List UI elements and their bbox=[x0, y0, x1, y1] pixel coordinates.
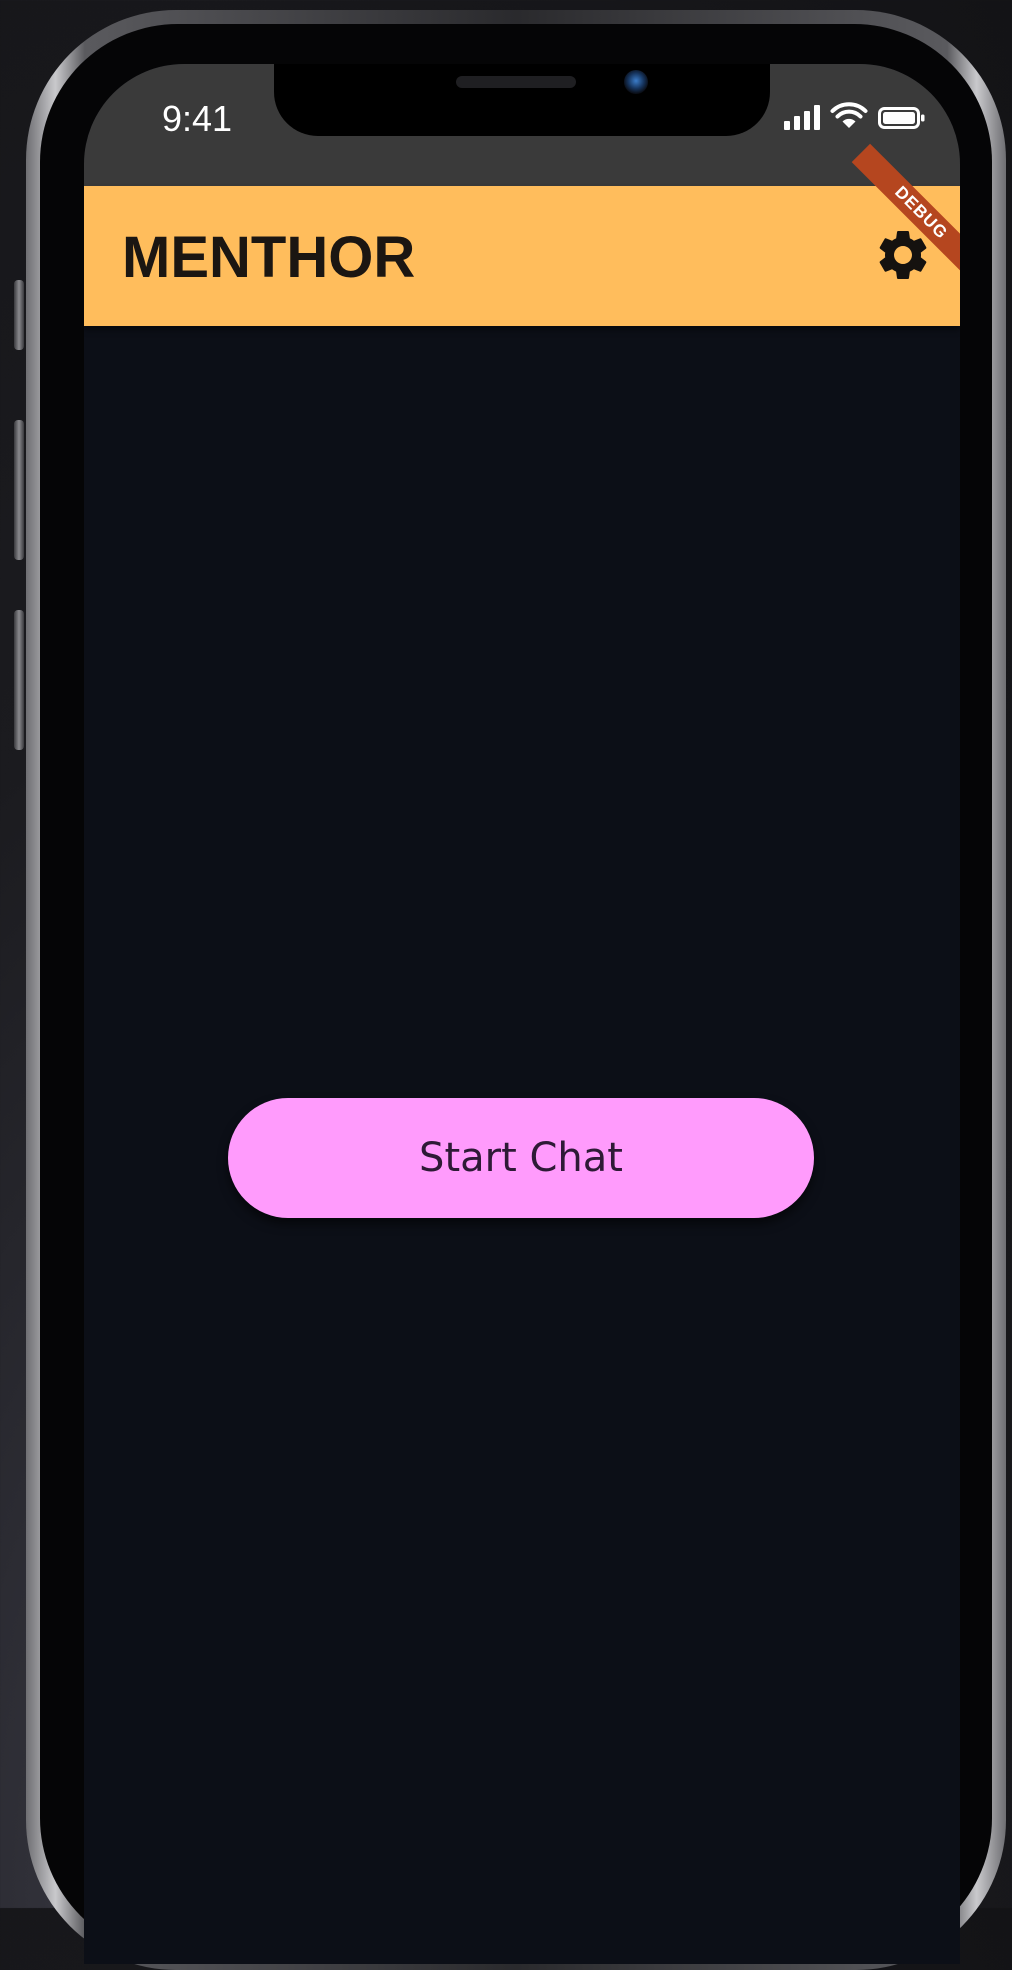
app-title: MENTHOR bbox=[122, 225, 416, 290]
notch bbox=[274, 64, 770, 136]
speaker-grille bbox=[456, 76, 576, 88]
phone-screen: 9:41 MENTHOR DEBUG Start Chat bbox=[84, 64, 960, 1964]
status-bar: 9:41 bbox=[84, 64, 960, 186]
app-bar: MENTHOR DEBUG bbox=[84, 143, 960, 326]
front-camera bbox=[624, 70, 648, 94]
cellular-signal-icon bbox=[784, 104, 820, 130]
status-time: 9:41 bbox=[162, 98, 233, 139]
battery-icon bbox=[878, 107, 925, 129]
silent-switch bbox=[14, 280, 24, 350]
volume-up-button bbox=[14, 420, 24, 560]
volume-down-button bbox=[14, 610, 24, 750]
start-chat-button[interactable]: Start Chat bbox=[228, 1098, 814, 1218]
wifi-icon bbox=[830, 102, 868, 128]
status-icons bbox=[784, 102, 926, 130]
